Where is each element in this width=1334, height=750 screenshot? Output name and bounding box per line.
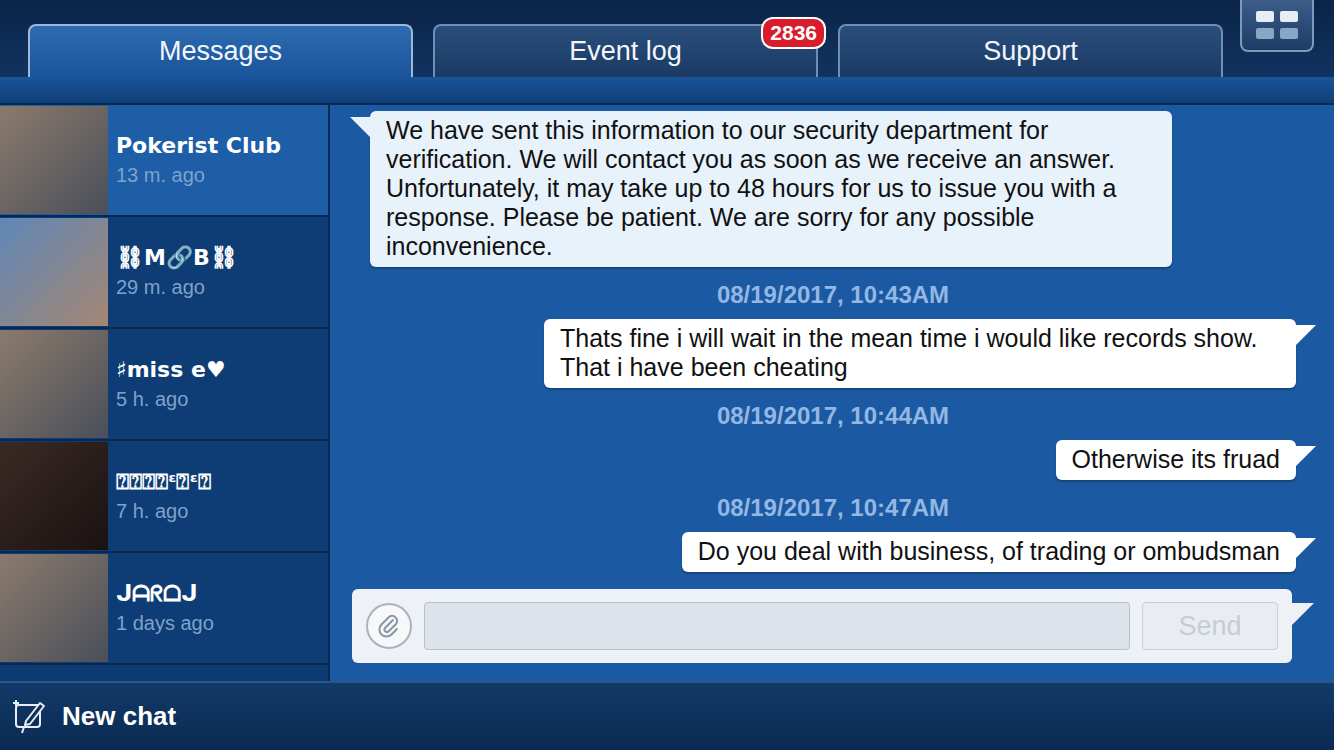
footer: New chat <box>0 681 1334 750</box>
contact-item[interactable]: Pokerist Club 13 m. ago <box>0 105 328 217</box>
outgoing-message: Do you deal with business, of trading or… <box>682 532 1296 572</box>
contact-time: 5 h. ago <box>116 388 226 411</box>
send-button[interactable]: Send <box>1142 602 1278 650</box>
contact-item[interactable]: ♯miss e♥ 5 h. ago <box>0 329 328 441</box>
main: Pokerist Club 13 m. ago ⛓M🔗B⛓ 29 m. ago … <box>0 105 1334 681</box>
contact-item[interactable]: ᒍᗩᖇᗝᒍ 1 days ago <box>0 553 328 665</box>
outgoing-message: Otherwise its fruad <box>1056 440 1296 480</box>
composer: Send <box>352 589 1292 663</box>
timestamp: 08/19/2017, 10:47AM <box>370 488 1296 524</box>
avatar <box>0 106 108 214</box>
outgoing-message: Thats fine i will wait in the mean time … <box>544 319 1296 388</box>
contact-time: 7 h. ago <box>116 500 211 523</box>
contact-time: 29 m. ago <box>116 276 238 299</box>
tab-label: Messages <box>159 36 282 66</box>
avatar <box>0 442 108 550</box>
tab-label: Event log <box>569 36 682 66</box>
attach-button[interactable] <box>366 603 412 649</box>
contact-name: ᒍᗩᖇᗝᒍ <box>116 581 214 606</box>
contact-time: 13 m. ago <box>116 164 281 187</box>
tab[interactable]: Support <box>838 24 1223 77</box>
paperclip-icon <box>376 613 402 639</box>
incoming-message: We have sent this information to our sec… <box>370 111 1172 267</box>
message-input[interactable] <box>424 602 1130 650</box>
contact-item[interactable]: ⍰⍰⍰⍰ᵋ⍰ᵋ⍰ 7 h. ago <box>0 441 328 553</box>
contact-time: 1 days ago <box>116 612 214 635</box>
contact-name: ⛓M🔗B⛓ <box>116 245 238 270</box>
header-strip <box>0 77 1334 105</box>
message-list: We have sent this information to our sec… <box>330 105 1334 581</box>
header: Messages Event log 2836 Support <box>0 0 1334 105</box>
avatar <box>0 330 108 438</box>
tab[interactable]: Messages <box>28 24 413 77</box>
contact-list: Pokerist Club 13 m. ago ⛓M🔗B⛓ 29 m. ago … <box>0 105 330 681</box>
menu-button[interactable] <box>1240 0 1314 52</box>
tab[interactable]: Event log 2836 <box>433 24 818 77</box>
tab-label: Support <box>983 36 1078 66</box>
avatar <box>0 554 108 662</box>
new-chat-icon <box>10 697 50 737</box>
contact-item[interactable]: ⛓M🔗B⛓ 29 m. ago <box>0 217 328 329</box>
tab-bar: Messages Event log 2836 Support <box>0 24 1223 77</box>
timestamp: 08/19/2017, 10:43AM <box>370 275 1296 311</box>
new-chat-label: New chat <box>62 701 176 732</box>
contact-name: ♯miss e♥ <box>116 357 226 382</box>
avatar <box>0 218 108 326</box>
contact-name: Pokerist Club <box>116 133 281 158</box>
notification-badge: 2836 <box>761 17 826 49</box>
messenger-screen: Messages Event log 2836 Support Pokerist … <box>0 0 1334 750</box>
timestamp: 08/19/2017, 10:44AM <box>370 396 1296 432</box>
chat-panel: We have sent this information to our sec… <box>330 105 1334 681</box>
new-chat-button[interactable]: New chat <box>0 697 176 737</box>
grid-menu-icon <box>1254 8 1300 42</box>
contact-name: ⍰⍰⍰⍰ᵋ⍰ᵋ⍰ <box>116 469 211 494</box>
